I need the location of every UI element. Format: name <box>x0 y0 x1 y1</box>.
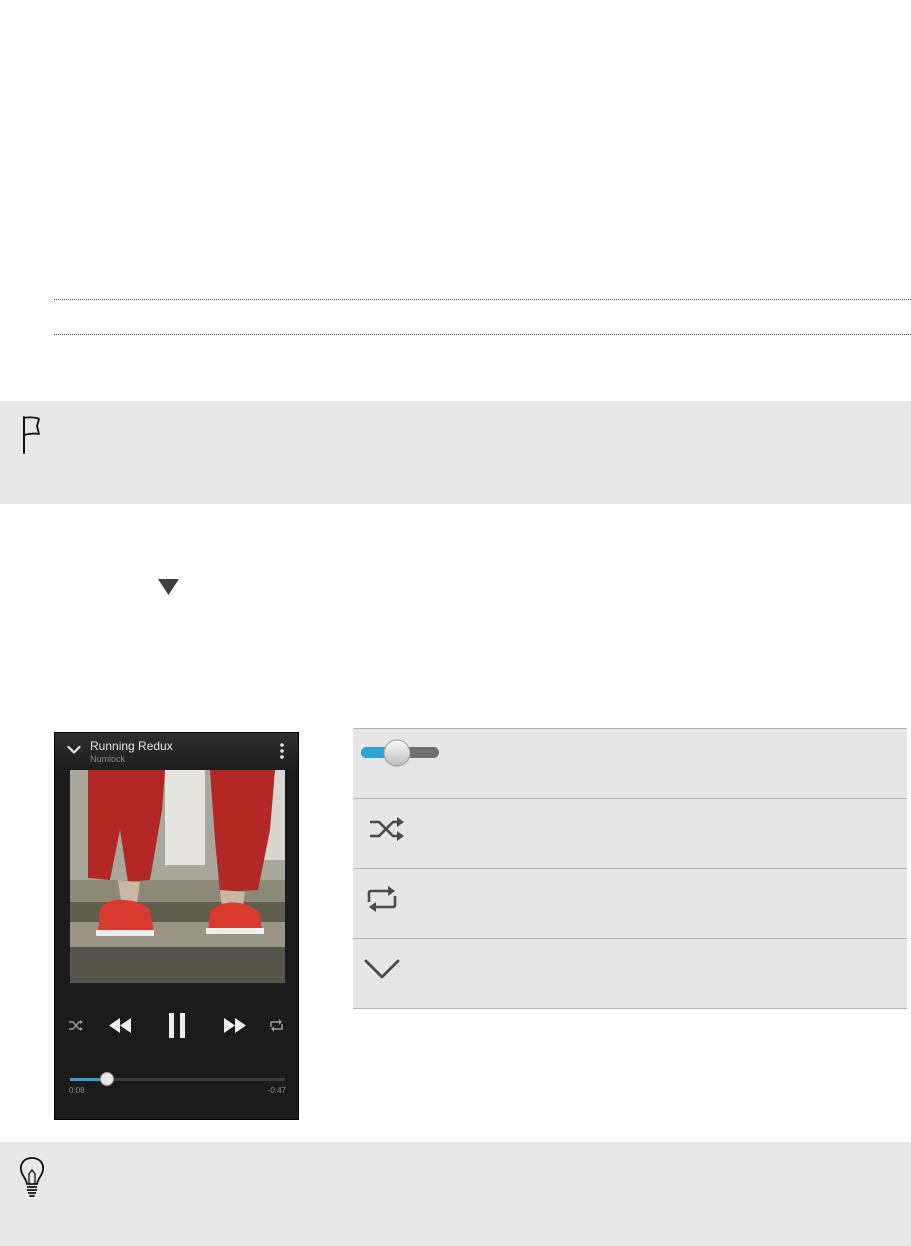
note-box <box>0 401 911 504</box>
chevron-down-icon <box>364 959 400 979</box>
seek-bar[interactable] <box>70 1072 285 1086</box>
tip-box <box>0 1142 911 1246</box>
overflow-menu-icon[interactable] <box>279 742 285 760</box>
shuffle-icon <box>370 817 404 841</box>
dotted-divider-top <box>54 299 911 300</box>
player-header: Running Redux Numlock <box>55 733 298 769</box>
album-art <box>70 770 285 983</box>
fast-forward-icon[interactable] <box>223 1017 247 1034</box>
elapsed-time: 0:08 <box>69 1086 85 1095</box>
icon-legend-table <box>353 728 907 1009</box>
legend-row-collapse <box>353 939 907 1009</box>
legend-row-shuffle <box>353 799 907 869</box>
legend-row-toggle <box>353 729 907 799</box>
toggle-switch-icon <box>361 739 439 767</box>
dotted-divider-bottom <box>54 334 911 335</box>
flag-icon <box>23 416 40 454</box>
music-player-screenshot: Running Redux Numlock 0:08 -0:47 <box>54 732 299 1120</box>
rewind-icon[interactable] <box>108 1017 132 1034</box>
shuffle-icon[interactable] <box>68 1019 84 1032</box>
seek-bar-thumb[interactable] <box>99 1072 114 1086</box>
song-artist: Numlock <box>90 754 126 764</box>
chevron-down-icon[interactable] <box>67 745 81 755</box>
lightbulb-icon <box>19 1157 45 1197</box>
repeat-icon <box>367 886 397 912</box>
triangle-down-icon[interactable] <box>157 578 180 596</box>
remaining-time: -0:47 <box>267 1086 286 1095</box>
pause-icon[interactable] <box>168 1013 186 1038</box>
song-title: Running Redux <box>90 739 173 753</box>
legend-row-repeat <box>353 869 907 939</box>
repeat-icon[interactable] <box>268 1018 285 1033</box>
